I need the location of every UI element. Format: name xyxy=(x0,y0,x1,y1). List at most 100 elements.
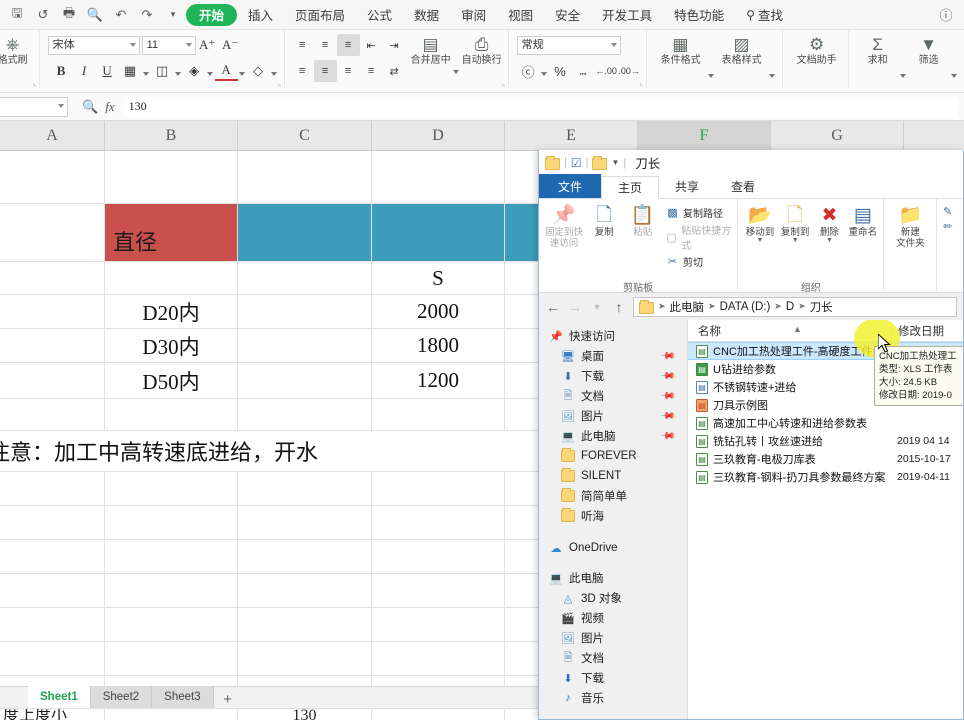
cell-B1[interactable] xyxy=(105,151,238,203)
filter-caret-icon[interactable] xyxy=(950,66,959,88)
tab-developer[interactable]: 开发工具 xyxy=(591,4,663,26)
tab-security[interactable]: 安全 xyxy=(544,4,591,26)
decrease-decimal-icon[interactable]: .00→ xyxy=(618,60,641,82)
cell-style-caret-icon[interactable] xyxy=(174,60,183,82)
tab-file[interactable]: 文件 xyxy=(539,174,602,198)
rename-button[interactable]: ▤ 重命名 xyxy=(846,203,879,238)
chevron-down-icon[interactable]: ▼ xyxy=(756,237,763,244)
cell-A6[interactable] xyxy=(0,363,105,398)
save-icon[interactable]: 🖫 xyxy=(5,4,29,26)
sheet-tab-sheet1[interactable]: Sheet1 xyxy=(28,686,91,708)
chevron-down-icon[interactable]: ▼ xyxy=(611,158,619,167)
pin-icon[interactable]: 📌 xyxy=(658,408,675,425)
cell-C17[interactable]: 130 xyxy=(238,709,372,720)
paste-button[interactable]: 📋 粘贴 xyxy=(623,203,661,238)
paste-shortcut-button[interactable]: ▢ 粘贴快捷方式 xyxy=(666,222,733,252)
cell-D2[interactable] xyxy=(372,204,505,261)
sheet-tab-sheet3[interactable]: Sheet3 xyxy=(152,686,214,708)
checkbox-icon[interactable]: ☑ xyxy=(571,156,582,170)
fill-color-icon[interactable]: ◈ xyxy=(183,60,206,82)
sum-button[interactable]: Σ 求和 xyxy=(857,32,899,66)
insert-function-icon[interactable]: fx xyxy=(105,99,114,115)
sidebar-item-downloads[interactable]: ⬇ 下载 📌 xyxy=(539,366,687,386)
tab-home[interactable]: 主页 xyxy=(601,176,660,199)
format-painter-button[interactable]: ⎈ 格式刷 xyxy=(0,32,34,66)
column-header-E[interactable]: E xyxy=(505,121,638,150)
alignment-dialog-launcher[interactable]: ⌞ xyxy=(502,78,506,87)
up-arrow-icon[interactable]: ↑ xyxy=(611,299,627,315)
new-folder-button[interactable]: 📁 新建 文件夹 xyxy=(888,203,932,249)
cell-C11[interactable] xyxy=(238,540,372,573)
undo-rotate-icon[interactable]: ↺ xyxy=(31,4,55,26)
sidebar-item-silent[interactable]: SILENT xyxy=(539,466,687,486)
zoom-formula-icon[interactable]: 🔍 xyxy=(82,99,98,115)
cell-A17[interactable]: 度上度小 xyxy=(0,709,105,720)
cell-C2[interactable] xyxy=(238,204,372,261)
find-button[interactable]: ⚲ 查找 xyxy=(735,4,794,26)
sidebar-item-tinghai[interactable]: 听海 xyxy=(539,506,687,526)
sheet-tab-sheet2[interactable]: Sheet2 xyxy=(90,686,153,708)
number-dialog-launcher[interactable]: ⌞ xyxy=(640,78,644,87)
chevron-down-icon[interactable]: ▼ xyxy=(792,237,799,244)
delete-button[interactable]: ✖ 删除 ▼ xyxy=(813,203,846,244)
cell-C14[interactable] xyxy=(238,642,372,675)
currency-icon[interactable]: ⓒ xyxy=(517,60,540,82)
sort-button[interactable]: ⇩ 排序 xyxy=(959,32,964,66)
pin-to-quick-access-button[interactable]: 📌 固定到快 速访问 xyxy=(543,203,585,249)
cell-D14[interactable] xyxy=(372,642,505,675)
copy-button[interactable]: 🗋 复制 xyxy=(585,203,623,238)
align-center-icon[interactable]: ≡ xyxy=(313,60,337,82)
cell-D13[interactable] xyxy=(372,608,505,641)
bold-button[interactable]: B xyxy=(50,60,73,82)
increase-indent-icon[interactable]: ⇥ xyxy=(383,34,406,56)
crumb-2[interactable]: D xyxy=(786,301,794,313)
crumb-1[interactable]: DATA (D:) xyxy=(720,301,771,313)
cell-D4[interactable]: 2000 xyxy=(372,295,505,328)
crumb-0[interactable]: 此电脑 xyxy=(670,299,705,315)
back-arrow-icon[interactable]: ← xyxy=(545,299,561,315)
cell-A5[interactable] xyxy=(0,329,105,362)
cell-D10[interactable] xyxy=(372,506,505,539)
cell-C12[interactable] xyxy=(238,574,372,607)
column-header-modified[interactable]: 修改日期 xyxy=(891,322,963,339)
breadcrumb[interactable]: ➤ 此电脑 ➤ DATA (D:) ➤ D ➤ 刀长 xyxy=(633,296,957,317)
font-name-input[interactable]: 宋体 xyxy=(47,35,140,55)
list-item[interactable]: ▤ 铣钻孔转丨攻丝速进给 2019 04 14 xyxy=(688,432,963,450)
chevron-down-icon[interactable] xyxy=(129,42,136,47)
cell-B5[interactable]: D30内 xyxy=(105,329,238,362)
column-header-A[interactable]: A xyxy=(0,121,105,150)
cell-D6[interactable]: 1200 xyxy=(372,363,505,398)
align-middle-icon[interactable]: ≡ xyxy=(314,34,337,56)
cell-A12[interactable] xyxy=(0,574,105,607)
cell-A3[interactable] xyxy=(0,262,105,294)
column-header-G[interactable]: G xyxy=(771,121,904,150)
decrease-font-size-icon[interactable]: A⁻ xyxy=(219,34,242,56)
cut-button[interactable]: ✂ 剪切 xyxy=(666,254,733,269)
cell-A9[interactable] xyxy=(0,472,105,505)
sidebar-item-videos[interactable]: 🎬 视频 xyxy=(539,608,687,628)
borders-caret-icon[interactable] xyxy=(142,60,151,82)
sidebar-item-this-pc-quick[interactable]: 💻 此电脑 📌 xyxy=(539,426,687,446)
pin-icon[interactable]: 📌 xyxy=(658,368,675,385)
cell-D3-s-header[interactable]: S xyxy=(372,262,505,294)
tab-start[interactable]: 开始 xyxy=(186,3,238,26)
merge-center-button[interactable]: ▤ 合并居中 xyxy=(410,32,452,66)
copy-path-button[interactable]: ▩ 复制路径 xyxy=(666,205,733,220)
tab-view[interactable]: 视图 xyxy=(497,4,544,26)
cell-D9[interactable] xyxy=(372,472,505,505)
doc-assistant-button[interactable]: ⚙ 文档助手 xyxy=(791,32,843,66)
cell-C7[interactable] xyxy=(238,399,372,430)
list-item[interactable]: ▤ 三玖教育-电极刀库表 2015-10-17 xyxy=(688,450,963,468)
merge-caret-icon[interactable] xyxy=(452,66,461,88)
cell-A10[interactable] xyxy=(0,506,105,539)
align-bottom-icon[interactable]: ≡ xyxy=(336,34,360,56)
cell-B9[interactable] xyxy=(105,472,238,505)
chevron-down-icon[interactable] xyxy=(610,42,617,47)
cell-C10[interactable] xyxy=(238,506,372,539)
cell-A4[interactable] xyxy=(0,295,105,328)
pin-icon[interactable]: 📌 xyxy=(658,348,675,365)
cell-B4[interactable]: D20内 xyxy=(105,295,238,328)
sidebar-item-forever[interactable]: FOREVER xyxy=(539,446,687,466)
redo-icon[interactable]: ↷ xyxy=(135,4,159,26)
recent-locations-icon[interactable]: ▼ xyxy=(589,302,605,312)
